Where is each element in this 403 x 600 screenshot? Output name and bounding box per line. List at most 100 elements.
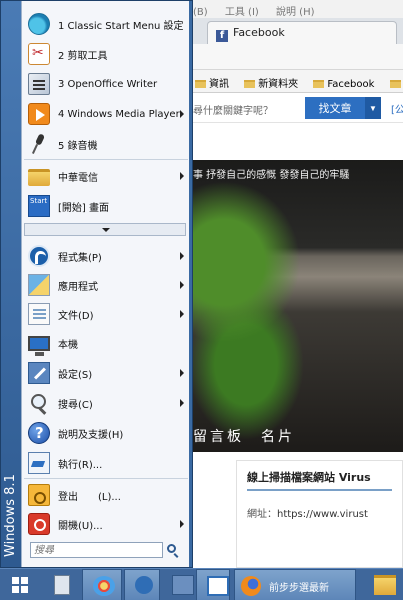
submenu-arrow-icon: [180, 369, 184, 377]
taskbar: 前步步選最新: [0, 568, 403, 600]
taskbar-remote-desktop[interactable]: [196, 569, 230, 600]
menu-item-help[interactable]: 說明 (H): [276, 7, 315, 18]
menu-item-label: 中華電信: [58, 172, 98, 184]
media-center-icon: [135, 576, 153, 594]
run-icon: [28, 452, 50, 474]
firefox-window-title: 前步步選最新: [269, 583, 329, 594]
folder-icon: [374, 575, 396, 595]
menu-item-help-support[interactable]: 說明及支援(H): [22, 418, 190, 448]
menu-item-label: 說明及支援(H): [58, 429, 124, 441]
shutdown-icon: [28, 513, 50, 535]
menu-item-log-off[interactable]: 登出 (L)...: [22, 480, 190, 510]
folder-icon: [195, 80, 206, 88]
photo-caption: 事 抒發自己的感慨 發發自己的牢騷: [193, 170, 350, 181]
blog-search-row: 尋什麼關鍵字呢？ 找文章 ▼ [公: [185, 93, 403, 123]
blog-header-photo: 事 抒發自己的感慨 發發自己的牢騷 留言板 名片: [185, 160, 403, 452]
article-url-line: 網址：https://www.virust: [247, 505, 392, 520]
search-extra-link[interactable]: [公: [391, 101, 403, 116]
menu-item-programs[interactable]: 程式集(P): [22, 241, 190, 271]
start-button[interactable]: [0, 569, 40, 600]
menu-item-label: 設定(S): [58, 369, 93, 381]
menu-item-media-player[interactable]: 4 Windows Media Player: [22, 99, 190, 129]
menu-item-start-screen[interactable]: [開始] 畫面: [22, 191, 190, 221]
find-article-button[interactable]: 找文章: [305, 97, 365, 119]
menu-item-label: 程式集(P): [58, 252, 102, 264]
windows-version-label: Windows 8.1: [3, 474, 18, 557]
snipping-tool-icon: [28, 43, 50, 65]
bookmarks-bar: 資訊 新資料夾 Facebook 討論: [185, 70, 403, 93]
taskbar-media-center[interactable]: [124, 569, 160, 600]
app-icon: [172, 575, 194, 595]
menu-item-view[interactable]: (B): [193, 7, 208, 18]
media-player-icon: [28, 103, 50, 125]
this-pc-icon: [28, 336, 50, 356]
apps-icon: [28, 274, 50, 296]
menu-item-classic-start-settings[interactable]: 1 Classic Start Menu 設定: [22, 9, 190, 39]
menu-item-this-pc[interactable]: 本機: [22, 328, 190, 358]
start-menu-banner: Windows 8.1: [1, 1, 21, 567]
url-bar[interactable]: [185, 44, 403, 70]
menu-item-search[interactable]: 搜尋(C): [22, 388, 190, 418]
submenu-arrow-icon: [180, 310, 184, 318]
tab-facebook[interactable]: f Facebook: [207, 21, 397, 44]
menu-item-label: 本機: [58, 339, 78, 351]
tab-label: Facebook: [233, 26, 285, 39]
menu-separator: [24, 478, 188, 479]
menu-item-label: 4 Windows Media Player: [58, 108, 180, 120]
menu-item-label: 關機(U)...: [58, 520, 103, 532]
calculator-icon: [54, 575, 70, 595]
menu-item-snipping-tool[interactable]: 2 剪取工具: [22, 39, 190, 69]
folder-icon: [28, 169, 50, 186]
taskbar-app[interactable]: [162, 569, 196, 600]
menu-item-settings[interactable]: 設定(S): [22, 358, 190, 388]
chevron-down-icon: [102, 228, 110, 232]
start-search-input[interactable]: [30, 542, 163, 558]
submenu-arrow-icon: [180, 281, 184, 289]
menu-item-apps[interactable]: 應用程式: [22, 270, 190, 300]
menu-item-label: 1 Classic Start Menu 設定: [58, 20, 184, 32]
menu-item-label: 2 剪取工具: [58, 50, 108, 62]
openoffice-writer-icon: [28, 73, 50, 95]
article-url[interactable]: https://www.virust: [277, 509, 368, 520]
submenu-arrow-icon: [180, 252, 184, 260]
settings-icon: [28, 362, 50, 384]
folder-icon: [313, 80, 325, 88]
menu-item-chunghwa-telecom[interactable]: 中華電信: [22, 161, 190, 191]
bookmark-facebook[interactable]: Facebook: [313, 79, 374, 90]
menu-item-openoffice-writer[interactable]: 3 OpenOffice Writer: [22, 69, 190, 99]
menu-item-documents[interactable]: 文件(D): [22, 299, 190, 329]
microphone-icon: [28, 133, 50, 155]
menu-item-tools[interactable]: 工具 (I): [225, 7, 259, 18]
bookmark-info[interactable]: 資訊: [195, 79, 229, 90]
menu-item-sound-recorder[interactable]: 5 錄音機: [22, 129, 190, 159]
start-menu: Windows 8.1 1 Classic Start Menu 設定 2 剪取…: [0, 0, 193, 568]
taskbar-paint[interactable]: [82, 569, 122, 600]
menu-item-label: 執行(R)...: [58, 459, 103, 471]
submenu-arrow-icon: [180, 520, 184, 528]
blog-nav-links[interactable]: 留言板 名片: [193, 426, 295, 446]
menu-item-label: 3 OpenOffice Writer: [58, 78, 158, 90]
search-icon[interactable]: [167, 544, 176, 553]
article-url-label: 網址：: [247, 509, 277, 520]
taskbar-calculator[interactable]: [44, 569, 80, 600]
browser-menubar: (B) 工具 (I) 說明 (H): [185, 0, 403, 18]
windows-logo-icon: [12, 577, 28, 593]
tab-strip: f Facebook: [185, 18, 403, 44]
menu-item-label: 5 錄音機: [58, 140, 98, 152]
logoff-icon: [28, 484, 50, 506]
article-title[interactable]: 線上掃描檔案網站 Virus: [247, 469, 392, 491]
taskbar-file-explorer[interactable]: [368, 569, 403, 600]
menu-item-run[interactable]: 執行(R)...: [22, 448, 190, 478]
bookmark-discussion[interactable]: 討論: [389, 79, 403, 90]
expand-more-button[interactable]: [24, 223, 186, 236]
documents-icon: [28, 303, 50, 325]
folder-icon: [389, 80, 401, 88]
menu-item-label: 搜尋(C): [58, 399, 93, 411]
menu-item-shut-down[interactable]: 關機(U)...: [22, 509, 190, 539]
taskbar-firefox[interactable]: 前步步選最新: [234, 569, 356, 600]
bookmark-new-folder[interactable]: 新資料夾: [244, 79, 298, 90]
folder-icon: [244, 80, 256, 88]
submenu-arrow-icon: [180, 110, 184, 118]
chevron-down-icon[interactable]: ▼: [365, 97, 381, 119]
start-screen-icon: [28, 195, 50, 217]
